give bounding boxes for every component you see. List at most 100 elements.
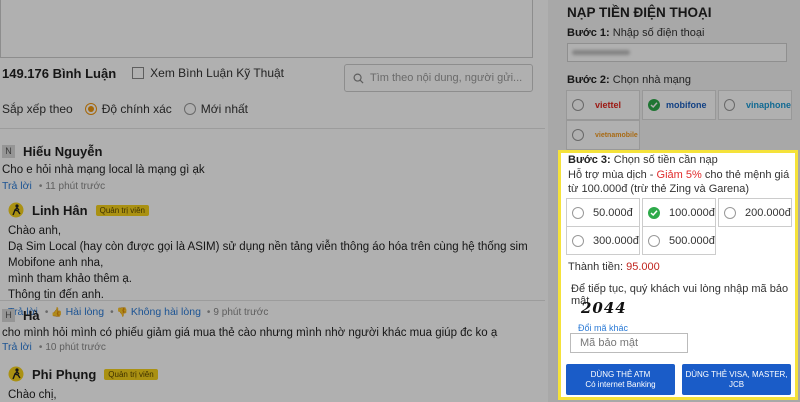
tech-comments-label: Xem Bình Luận Kỹ Thuật — [150, 66, 285, 80]
amount-label: 300.000đ — [593, 234, 639, 247]
promo-note: Hỗ trợ mùa dịch - Giảm 5% cho thẻ mệnh g… — [568, 168, 793, 196]
comment-item: N Hiếu Nguyễn Cho e hỏi nhà mạng local l… — [0, 142, 545, 192]
network-radio[interactable] — [572, 99, 584, 111]
sort-accuracy-radio[interactable] — [84, 103, 97, 115]
step2-label: Bước 2: — [567, 74, 610, 86]
commenter-name: Linh Hân — [32, 202, 88, 218]
topup-title: NẠP TIỀN ĐIỆN THOẠI — [567, 5, 712, 20]
pay-visa-line2: JCB — [728, 379, 745, 389]
comment-time: 10 phút trước — [45, 341, 106, 353]
staff-badge: Quản trị viên — [104, 368, 158, 380]
staff-avatar-icon — [8, 202, 24, 218]
staff-reply: Linh Hân Quản trị viên Chào anh, Dạ Sim … — [0, 195, 545, 318]
amount-radio[interactable] — [572, 206, 584, 219]
amount-option-200000[interactable]: 200.000đ — [718, 198, 792, 227]
pay-atm-line1: DÙNG THẺ ATM — [590, 369, 651, 379]
commenter-name: Hiếu Nguyễn — [23, 143, 103, 159]
pay-atm-line2: Có internet Banking — [585, 379, 656, 389]
amount-option-50000[interactable]: 50.000đ — [566, 198, 640, 227]
check-icon — [648, 206, 660, 219]
reply-link[interactable]: Trả lời — [2, 180, 32, 192]
pay-visa-line1: DÙNG THẺ VISA, MASTER, — [685, 369, 788, 379]
divider — [0, 128, 545, 129]
tech-comments-checkbox[interactable] — [132, 67, 145, 79]
mobifone-logo: mobifone — [666, 100, 707, 110]
vinaphone-logo: vinaphone — [745, 100, 791, 110]
amount-option-500000[interactable]: 500.000đ — [642, 226, 716, 255]
phone-number-input[interactable] — [567, 43, 787, 62]
comment-line: Chào chị, — [8, 389, 57, 401]
staff-badge: Quản trị viên — [95, 204, 149, 216]
viettel-logo: viettel — [595, 100, 622, 110]
comment-count: 149.176 Bình Luận — [2, 65, 117, 81]
commenter-name: Phi Phụng — [32, 366, 97, 382]
comment-line: Dạ Sim Local (hay còn được gọi là ASIM) … — [8, 241, 528, 269]
comment-search-box[interactable] — [344, 64, 533, 92]
sort-row: Sắp xếp theo Độ chính xác Mới nhất — [2, 102, 248, 116]
step1-label: Bước 1: — [567, 27, 610, 39]
total-label: Thành tiền: — [568, 261, 624, 273]
phone-number-blurred — [572, 50, 630, 55]
sort-option-newest[interactable]: Mới nhất — [183, 102, 249, 116]
divider — [0, 300, 545, 301]
tech-comments-toggle[interactable]: Xem Bình Luận Kỹ Thuật — [132, 66, 284, 80]
check-icon — [648, 99, 660, 111]
comment-search-input[interactable] — [370, 72, 530, 84]
amount-option-100000[interactable]: 100.000đ — [642, 198, 716, 227]
network-radio[interactable] — [572, 129, 584, 141]
sort-option-accuracy[interactable]: Độ chính xác — [84, 102, 172, 116]
amount-label: 500.000đ — [669, 234, 715, 247]
step3-label: Bước 3: — [568, 154, 611, 166]
staff-avatar-icon — [8, 366, 24, 382]
comment-time: 11 phút trước — [45, 180, 106, 192]
staff-reply: Phi Phụng Quản trị viên Chào chị, — [0, 360, 545, 402]
avatar: H — [2, 308, 15, 322]
step3-heading: Bước 3: Chọn số tiền cần nạp — [568, 154, 718, 166]
step2-text: Chọn nhà mạng — [612, 74, 692, 86]
network-viettel[interactable]: viettel — [566, 90, 640, 120]
promo-discount: Giảm 5% — [656, 169, 702, 181]
step1-heading: Bước 1: Nhập số điện thoại — [567, 27, 704, 39]
sort-newest-radio[interactable] — [183, 103, 196, 115]
sort-label: Sắp xếp theo — [2, 102, 73, 116]
network-vinaphone[interactable]: vinaphone — [718, 90, 792, 120]
captcha-image: 2044 — [581, 299, 627, 317]
step2-heading: Bước 2: Chọn nhà mạng — [567, 74, 691, 86]
comment-line: Chào anh, — [8, 225, 62, 237]
comment-textarea[interactable] — [0, 0, 533, 58]
topup-amount-panel: Bước 3: Chọn số tiền cần nạp Hỗ trợ mùa … — [558, 150, 798, 400]
step3-text: Chọn số tiền cần nạp — [613, 154, 718, 166]
comment-line: mình tham khảo thêm ạ. — [8, 273, 133, 285]
total-value: 95.000 — [626, 261, 660, 273]
captcha-refresh-link[interactable]: Đổi mã khác — [578, 323, 628, 333]
step1-text: Nhập số điện thoại — [612, 27, 705, 39]
comments-section: 149.176 Bình Luận Xem Bình Luận Kỹ Thuật… — [0, 0, 545, 402]
network-mobifone[interactable]: mobifone — [642, 90, 716, 120]
amount-radio[interactable] — [724, 206, 736, 219]
comment-meta: Trả lời • 10 phút trước — [2, 341, 106, 353]
amount-label: 50.000đ — [593, 206, 633, 219]
reply-link[interactable]: Trả lời — [2, 341, 32, 353]
commenter-name: Hà — [23, 307, 40, 323]
comment-body: Chào chị, — [8, 387, 545, 402]
comment-body: Cho e hỏi nhà mạng local là mạng gì ạk — [2, 164, 205, 176]
network-radio[interactable] — [724, 99, 735, 111]
sort-newest-label: Mới nhất — [200, 102, 249, 116]
vietnamobile-logo: vietnamobile — [595, 131, 638, 139]
sort-accuracy-label: Độ chính xác — [101, 102, 172, 116]
network-vietnamobile[interactable]: vietnamobile — [566, 120, 640, 150]
total-amount: Thành tiền: 95.000 — [568, 261, 660, 273]
captcha-input[interactable] — [570, 333, 688, 353]
comment-body: Chào anh, Dạ Sim Local (hay còn được gọi… — [8, 223, 545, 303]
comment-meta: Trả lời • 11 phút trước — [2, 180, 106, 192]
promo-prefix: Hỗ trợ mùa dịch - — [568, 169, 657, 181]
amount-radio[interactable] — [572, 234, 584, 247]
pay-visa-button[interactable]: DÙNG THẺ VISA, MASTER, JCB — [682, 364, 791, 395]
comment-body: cho mình hỏi mình có phiếu giảm giá mua … — [2, 327, 498, 339]
amount-radio[interactable] — [648, 234, 660, 247]
pay-atm-button[interactable]: DÙNG THẺ ATM Có internet Banking — [566, 364, 675, 395]
search-icon — [353, 73, 364, 84]
amount-label: 200.000đ — [745, 206, 791, 219]
amount-option-300000[interactable]: 300.000đ — [566, 226, 640, 255]
amount-label: 100.000đ — [669, 206, 715, 219]
